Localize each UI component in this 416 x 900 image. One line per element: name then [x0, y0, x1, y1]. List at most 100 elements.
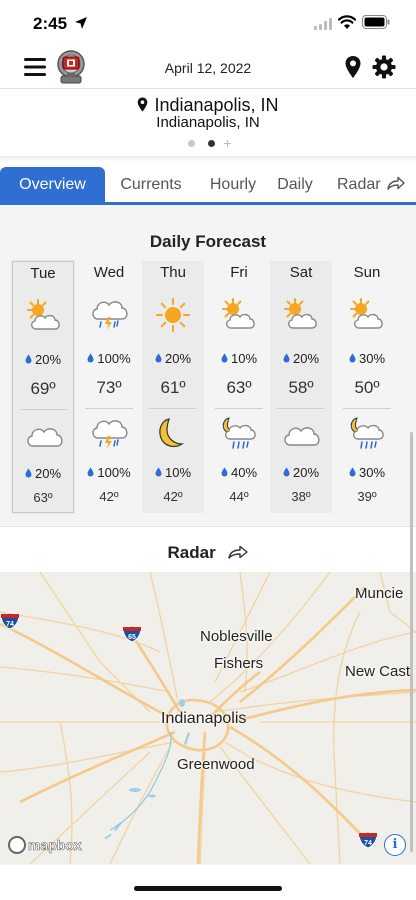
add-location-icon[interactable]: + — [223, 136, 231, 150]
tab-radar-label: Radar — [336, 176, 381, 193]
rain-drop-icon — [25, 468, 32, 478]
location-pin-small-icon — [138, 97, 148, 112]
low-temperature: 38º — [291, 489, 311, 504]
high-temperature: 61º — [160, 378, 186, 397]
day-precip-chance: 100% — [78, 351, 140, 366]
tab-currents[interactable]: Currents — [112, 167, 190, 202]
day-night-divider — [277, 408, 325, 409]
map-info-button[interactable]: i — [384, 834, 406, 856]
rain-drop-icon — [221, 353, 228, 363]
location-page-indicator[interactable]: + — [0, 135, 416, 150]
daily-forecast-grid: Tue 20% 69º 20% 63º Wed 100% 73º 100% 42º Thu — [10, 261, 416, 513]
night-precip-chance: 20% — [13, 466, 73, 481]
page-dot-active[interactable] — [207, 140, 215, 148]
forecast-day-column[interactable]: Fri 10% 63º 40% 44º — [208, 261, 270, 513]
partly-sunny-icon — [284, 298, 317, 329]
low-temperature: 44º — [229, 489, 249, 504]
city-label-noblesville: Noblesville — [200, 628, 273, 645]
night-precip-value: 20% — [34, 466, 62, 481]
partly-sunny-icon — [27, 299, 60, 330]
day-precip-value: 30% — [358, 351, 386, 366]
tab-hourly[interactable]: Hourly — [202, 167, 264, 202]
high-temperature: 63º — [226, 378, 252, 397]
day-night-divider — [20, 409, 68, 410]
radar-section-header[interactable]: Radar — [0, 526, 416, 572]
interstate-65-shield-icon: 65 — [122, 625, 142, 643]
night-precip-chance: 100% — [78, 465, 140, 480]
day-precip-chance: 10% — [208, 351, 270, 366]
thunderstorm-icon — [92, 420, 128, 449]
crescent-moon-icon — [159, 418, 185, 448]
location-pin-icon[interactable] — [344, 55, 362, 79]
night-precip-value: 100% — [97, 465, 131, 480]
day-precip-value: 100% — [97, 351, 131, 366]
high-temperature: 58º — [288, 378, 314, 397]
rain-drop-icon — [155, 353, 162, 363]
tab-radar[interactable]: Radar — [330, 167, 412, 202]
high-temperature: 50º — [354, 378, 380, 397]
day-precip-chance: 20% — [142, 351, 204, 366]
city-label-indianapolis: Indianapolis — [161, 710, 247, 727]
radar-title: Radar — [0, 543, 416, 563]
mapbox-logo[interactable]: mapbox — [8, 836, 82, 856]
settings-gear-icon[interactable] — [372, 55, 396, 79]
city-label-muncie: Muncie — [355, 585, 404, 602]
forecast-day-column[interactable]: Tue 20% 69º 20% 63º — [12, 261, 74, 513]
location-arrow-icon — [75, 17, 87, 29]
city-label-new-castle: New Castl — [345, 663, 414, 680]
daily-forecast-title: Daily Forecast — [149, 232, 267, 251]
radar-title-label: Radar — [167, 543, 216, 562]
rain-drop-icon — [221, 467, 228, 477]
cellular-signal-icon — [314, 18, 332, 30]
day-precip-value: 20% — [292, 351, 320, 366]
tab-overview[interactable]: Overview — [0, 167, 105, 202]
location-selector[interactable]: Indianapolis, IN Indianapolis, IN + — [0, 88, 416, 156]
forecast-day-column[interactable]: Sun 30% 50º 30% 39º — [336, 261, 398, 513]
cloudy-icon — [27, 428, 63, 447]
location-secondary: Indianapolis, IN — [156, 114, 260, 131]
forecast-day-column[interactable]: Thu 20% 61º 10% 42º — [142, 261, 204, 513]
forecast-day-column[interactable]: Sat 20% 58º 20% 38º — [270, 261, 332, 513]
page-dot[interactable] — [188, 140, 196, 148]
day-precip-chance: 20% — [13, 352, 73, 367]
forecast-day-name: Sat — [289, 264, 313, 281]
rain-drop-icon — [349, 353, 356, 363]
location-primary: Indianapolis, IN — [0, 95, 416, 116]
status-time: 2:45 — [33, 14, 68, 33]
rain-drop-icon — [25, 354, 32, 364]
scrollbar[interactable] — [410, 432, 413, 852]
rain-drop-icon — [87, 353, 94, 363]
tab-daily[interactable]: Daily — [272, 167, 318, 202]
forecast-day-name: Wed — [93, 264, 125, 281]
location-primary-label: Indianapolis, IN — [154, 95, 279, 115]
night-precip-value: 20% — [292, 465, 320, 480]
app-header: April 12, 2022 — [0, 46, 416, 88]
battery-icon — [362, 15, 390, 29]
shield-label: 74 — [6, 621, 14, 628]
low-temperature: 42º — [163, 489, 183, 504]
radar-map[interactable]: 74 65 74 Muncie Noblesville Fishers New … — [0, 572, 416, 864]
forecast-day-name: Thu — [160, 264, 186, 281]
night-precip-value: 40% — [230, 465, 258, 480]
interstate-74-shield-icon: 74 — [0, 612, 20, 630]
forecast-day-column[interactable]: Wed 100% 73º 100% 42º — [78, 261, 140, 513]
home-indicator[interactable] — [134, 886, 282, 891]
rain-drop-icon — [349, 467, 356, 477]
interstate-74-shield-icon: 74 — [358, 831, 378, 849]
share-arrow-icon — [228, 545, 249, 559]
forecast-day-name: Fri — [230, 264, 248, 281]
partly-sunny-icon — [222, 298, 255, 329]
shield-label: 65 — [128, 634, 136, 641]
status-bar: 2:45 — [0, 0, 416, 46]
partly-sunny-icon — [350, 298, 383, 329]
day-precip-value: 20% — [34, 352, 62, 367]
night-rain-icon — [222, 417, 256, 449]
day-precip-chance: 20% — [270, 351, 332, 366]
night-precip-chance: 20% — [270, 465, 332, 480]
thunderstorm-icon — [92, 301, 128, 330]
city-label-fishers: Fishers — [214, 655, 264, 672]
night-rain-icon — [350, 417, 384, 449]
forecast-day-name: Sun — [353, 264, 381, 281]
mapbox-logo-text: mapbox — [28, 837, 82, 854]
night-precip-chance: 40% — [208, 465, 270, 480]
